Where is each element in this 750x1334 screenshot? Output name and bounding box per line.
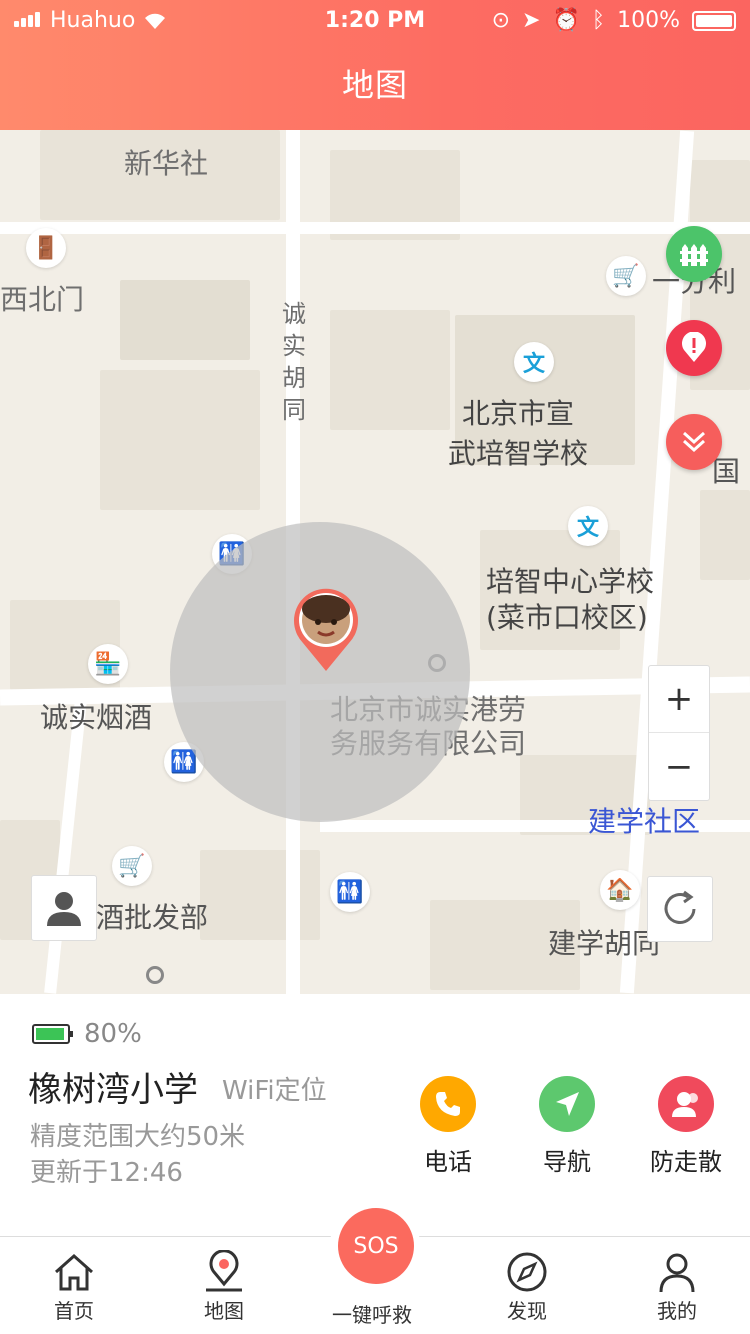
page-title: 地图 bbox=[341, 66, 408, 104]
map-label-school2-line1: 培智中心学校 bbox=[486, 565, 655, 598]
map-label-jianxue-hutong: 建学胡同 bbox=[548, 927, 661, 960]
call-button[interactable]: 电话 bbox=[408, 1076, 488, 1177]
map-label-xibeimen: 西北门 bbox=[0, 283, 85, 316]
collapse-button[interactable] bbox=[666, 414, 722, 470]
bluetooth-icon: ᛒ bbox=[591, 8, 606, 33]
place-name: 橡树湾小学 bbox=[28, 1070, 198, 1110]
navigate-icon bbox=[556, 1092, 579, 1116]
fence-icon bbox=[680, 244, 708, 266]
alert-location-button[interactable] bbox=[666, 320, 722, 376]
battery-level: 80% bbox=[84, 1019, 142, 1049]
person-icon bbox=[47, 892, 81, 926]
tab-map[interactable]: 地图 bbox=[174, 1249, 274, 1324]
battery-percent: 100% bbox=[617, 8, 680, 33]
alert-pin-icon bbox=[682, 332, 706, 362]
community-icon: 🏠 bbox=[600, 870, 640, 910]
battery-icon bbox=[32, 1024, 73, 1044]
tab-mine-label: 我的 bbox=[657, 1299, 697, 1323]
tab-discover-label: 发现 bbox=[507, 1299, 547, 1323]
map-view[interactable]: 新华社 西北门 诚实胡同 北京市宣 武培智学校 培智中心学校 (菜市口校区) 诚… bbox=[0, 130, 750, 994]
updated-time: 更新于12:46 bbox=[30, 1158, 183, 1188]
anti-lost-label: 防走散 bbox=[650, 1148, 722, 1176]
door-icon: 🚪 bbox=[26, 228, 66, 268]
refresh-button[interactable] bbox=[647, 876, 713, 942]
tab-mine[interactable]: 我的 bbox=[627, 1249, 727, 1324]
point-icon bbox=[146, 966, 164, 984]
school-icon: 文 bbox=[514, 342, 554, 382]
zoom-out-button[interactable]: − bbox=[649, 733, 709, 800]
guard-icon bbox=[672, 1092, 698, 1117]
home-icon bbox=[55, 1253, 93, 1291]
map-label-xinhuashe: 新华社 bbox=[124, 147, 209, 180]
tab-map-label: 地图 bbox=[204, 1299, 244, 1323]
header-bar: Huahuo 1:20 PM ⊙ ➤ ⏰ ᛒ 100% 地图 bbox=[0, 0, 750, 130]
chevron-double-down-icon bbox=[682, 431, 706, 453]
tab-discover[interactable]: 发现 bbox=[477, 1249, 577, 1324]
battery-icon bbox=[692, 10, 736, 31]
phone-icon bbox=[436, 1092, 460, 1116]
navigate-label: 导航 bbox=[543, 1148, 591, 1176]
map-label-school1-line2: 武培智学校 bbox=[448, 437, 589, 470]
location-arrow-icon: ➤ bbox=[522, 8, 541, 33]
navigate-button[interactable]: 导航 bbox=[527, 1076, 607, 1177]
refresh-icon bbox=[664, 890, 696, 924]
sos-button[interactable]: SOS bbox=[338, 1208, 414, 1284]
device-battery: 80% bbox=[32, 1019, 142, 1049]
map-label-tobacco: 诚实烟酒 bbox=[40, 701, 153, 734]
map-label-pifa: 酒批发部 bbox=[96, 901, 209, 934]
tab-home-label: 首页 bbox=[54, 1299, 94, 1323]
store-icon: 🏪 bbox=[88, 644, 128, 684]
map-label-school1-line1: 北京市宣 bbox=[462, 397, 575, 430]
compass-icon bbox=[507, 1252, 547, 1292]
map-label-jianxue-community: 建学社区 bbox=[588, 805, 701, 838]
call-label: 电话 bbox=[424, 1148, 472, 1176]
child-location-pin[interactable] bbox=[291, 587, 361, 671]
tab-home[interactable]: 首页 bbox=[24, 1249, 124, 1324]
anti-lost-button[interactable]: 防走散 bbox=[646, 1076, 726, 1177]
shopping-cart-icon: 🛒 bbox=[112, 846, 152, 886]
map-label-school2-line2: (菜市口校区) bbox=[486, 601, 648, 634]
restroom-icon: 🚻 bbox=[330, 872, 370, 912]
shopping-cart-icon: 🛒 bbox=[606, 256, 646, 296]
location-type: WiFi定位 bbox=[222, 1076, 327, 1106]
lock-rotation-icon: ⊙ bbox=[491, 8, 511, 33]
status-bar: Huahuo 1:20 PM ⊙ ➤ ⏰ ᛒ 100% bbox=[0, 0, 750, 42]
tab-sos[interactable]: 一键呼救 bbox=[322, 1299, 422, 1328]
zoom-in-button[interactable]: + bbox=[649, 666, 709, 733]
tab-sos-label: 一键呼救 bbox=[332, 1303, 412, 1327]
user-icon bbox=[659, 1253, 695, 1293]
fence-button[interactable] bbox=[666, 226, 722, 282]
zoom-control: + − bbox=[648, 665, 710, 801]
accuracy-text: 精度范围大约50米 bbox=[30, 1122, 246, 1152]
map-pin-icon bbox=[206, 1250, 242, 1292]
alarm-icon: ⏰ bbox=[552, 8, 580, 33]
school-icon: 文 bbox=[568, 506, 608, 546]
map-label-chengshi-hutong: 诚实胡同 bbox=[282, 300, 306, 424]
switch-person-button[interactable] bbox=[31, 875, 97, 941]
accuracy-circle bbox=[170, 522, 470, 822]
